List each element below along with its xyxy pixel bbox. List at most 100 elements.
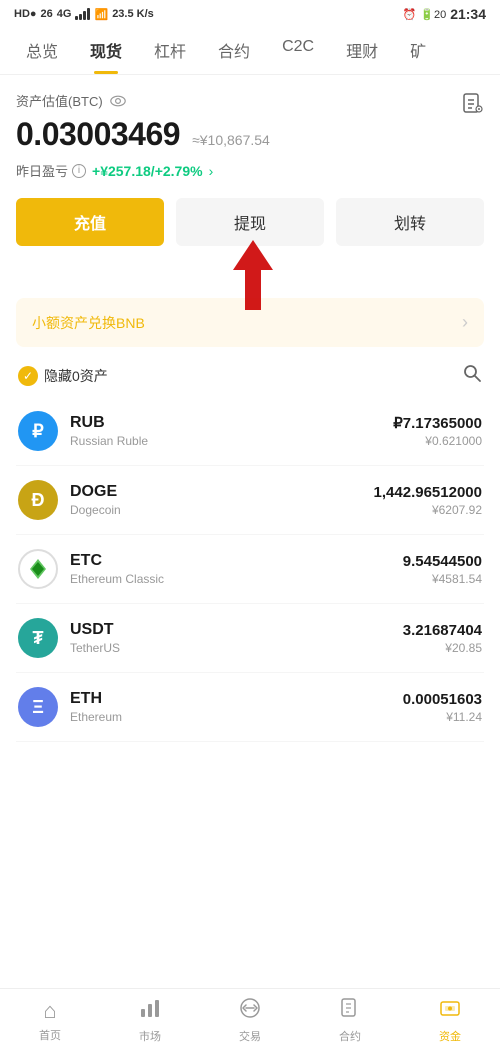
doge-icon: Ð (18, 480, 58, 520)
filter-row: ✓ 隐藏0资产 (16, 363, 484, 389)
rub-name: Russian Ruble (70, 434, 393, 448)
eth-cny: ¥11.24 (403, 710, 482, 724)
signal-bars (75, 8, 90, 20)
alarm-icon: ⏰ (403, 8, 417, 21)
nav-tabs: 总览 现货 杠杆 合约 C2C 理财 矿 (0, 26, 500, 75)
bar1 (75, 16, 78, 20)
usdt-amounts: 3.21687404 ¥20.85 (403, 622, 482, 655)
doge-symbol: DOGE (70, 483, 374, 501)
doge-balance: 1,442.96512000 (374, 484, 482, 501)
eth-icon: Ξ (18, 687, 58, 727)
nav-spacer (0, 742, 500, 822)
check-circle-icon: ✓ (18, 366, 38, 386)
tab-leverage[interactable]: 杠杆 (138, 26, 202, 74)
usdt-icon: ₮ (18, 618, 58, 658)
tab-overview[interactable]: 总览 (10, 26, 74, 74)
bar2 (79, 14, 82, 20)
search-icon[interactable] (462, 363, 482, 389)
btc-value: 0.03003469 (16, 116, 180, 153)
funds-label: 资金 (439, 1028, 461, 1044)
usdt-balance: 3.21687404 (403, 622, 482, 639)
eth-symbol: ETH (70, 690, 403, 708)
contract-label: 合约 (339, 1028, 361, 1044)
doge-info: DOGE Dogecoin (70, 483, 374, 517)
rub-icon: ₽ (18, 411, 58, 451)
profit-label: 昨日盈亏 i (16, 161, 86, 180)
asset-item-rub[interactable]: ₽ RUB Russian Ruble ₽7.17365000 ¥0.62100… (16, 397, 484, 466)
rub-cny: ¥0.621000 (393, 434, 482, 448)
doge-cny: ¥6207.92 (374, 503, 482, 517)
bar4 (87, 8, 90, 20)
eth-amounts: 0.00051603 ¥11.24 (403, 691, 482, 724)
hide-assets[interactable]: ✓ 隐藏0资产 (18, 366, 108, 386)
asset-item-usdt[interactable]: ₮ USDT TetherUS 3.21687404 ¥20.85 (16, 604, 484, 673)
eth-info: ETH Ethereum (70, 690, 403, 724)
tab-contract[interactable]: 合约 (202, 26, 266, 74)
etc-symbol: ETC (70, 552, 403, 570)
etc-name: Ethereum Classic (70, 572, 403, 586)
rub-info: RUB Russian Ruble (70, 414, 393, 448)
speed-label: 23.5 K/s (112, 8, 154, 20)
asset-item-doge[interactable]: Ð DOGE Dogecoin 1,442.96512000 ¥6207.92 (16, 466, 484, 535)
bar3 (83, 11, 86, 20)
tab-c2c[interactable]: C2C (266, 26, 330, 74)
status-hd: HD● (14, 8, 37, 20)
etc-info: ETC Ethereum Classic (70, 552, 403, 586)
usdt-name: TetherUS (70, 641, 403, 655)
charge-button[interactable]: 充值 (16, 198, 164, 246)
transfer-button[interactable]: 划转 (336, 198, 484, 246)
status-bar: HD● 26 4G 📶 23.5 K/s ⏰ 🔋20 21:34 (0, 0, 500, 26)
swap-arrow-icon: › (462, 312, 468, 333)
usdt-symbol: USDT (70, 621, 403, 639)
nav-contract[interactable]: 合约 (300, 997, 400, 1044)
profit-arrow: › (209, 163, 214, 179)
profit-value: +¥257.18/+2.79% (92, 163, 203, 179)
status-right: ⏰ 🔋20 21:34 (403, 6, 486, 22)
asset-label-row: 资产估值(BTC) (16, 91, 270, 110)
hide-label: 隐藏0资产 (44, 366, 108, 386)
tab-mining[interactable]: 矿 (394, 26, 442, 74)
eye-icon[interactable] (109, 92, 127, 110)
etc-cny: ¥4581.54 (403, 572, 482, 586)
home-icon: ⌂ (43, 998, 56, 1024)
asset-item-etc[interactable]: ETC Ethereum Classic 9.54544500 ¥4581.54 (16, 535, 484, 604)
tab-finance[interactable]: 理财 (330, 26, 394, 74)
nav-trade[interactable]: 交易 (200, 997, 300, 1044)
etc-balance: 9.54544500 (403, 553, 482, 570)
eth-name: Ethereum (70, 710, 403, 724)
contract-icon (339, 997, 361, 1025)
info-icon: i (72, 164, 86, 178)
rub-amounts: ₽7.17365000 ¥0.621000 (393, 414, 482, 448)
doge-name: Dogecoin (70, 503, 374, 517)
eth-balance: 0.00051603 (403, 691, 482, 708)
market-label: 市场 (139, 1028, 161, 1044)
etc-icon (18, 549, 58, 589)
withdraw-button[interactable]: 提现 (176, 198, 324, 246)
time-label: 21:34 (450, 6, 486, 22)
asset-item-eth[interactable]: Ξ ETH Ethereum 0.00051603 ¥11.24 (16, 673, 484, 742)
bottom-nav: ⌂ 首页 市场 交易 (0, 988, 500, 1056)
wifi-icon: 📶 (94, 8, 108, 21)
btc-row: 0.03003469 ≈¥10,867.54 (16, 116, 270, 153)
tab-spot[interactable]: 现货 (74, 26, 138, 74)
home-label: 首页 (39, 1027, 61, 1043)
asset-info: 资产估值(BTC) 0.03003469 ≈¥10,867.54 昨日盈亏 i … (16, 91, 270, 180)
doge-amounts: 1,442.96512000 ¥6207.92 (374, 484, 482, 517)
status-left: HD● 26 4G 📶 23.5 K/s (14, 8, 154, 21)
trade-label: 交易 (239, 1028, 261, 1044)
rub-balance: ₽7.17365000 (393, 414, 482, 432)
market-icon (139, 997, 161, 1025)
etc-amounts: 9.54544500 ¥4581.54 (403, 553, 482, 586)
swap-banner[interactable]: 小额资产兑换BNB › (16, 298, 484, 347)
funds-icon (439, 997, 461, 1025)
trade-icon (239, 997, 261, 1025)
nav-home[interactable]: ⌂ 首页 (0, 998, 100, 1043)
usdt-cny: ¥20.85 (403, 641, 482, 655)
profit-row: 昨日盈亏 i +¥257.18/+2.79% › (16, 161, 270, 180)
action-buttons: 充值 提现 划转 (16, 198, 484, 246)
status-4g: 4G (57, 8, 72, 20)
swap-text: 小额资产兑换BNB (32, 313, 145, 333)
nav-market[interactable]: 市场 (100, 997, 200, 1044)
record-icon[interactable] (460, 91, 484, 115)
nav-funds[interactable]: 资金 (400, 997, 500, 1044)
